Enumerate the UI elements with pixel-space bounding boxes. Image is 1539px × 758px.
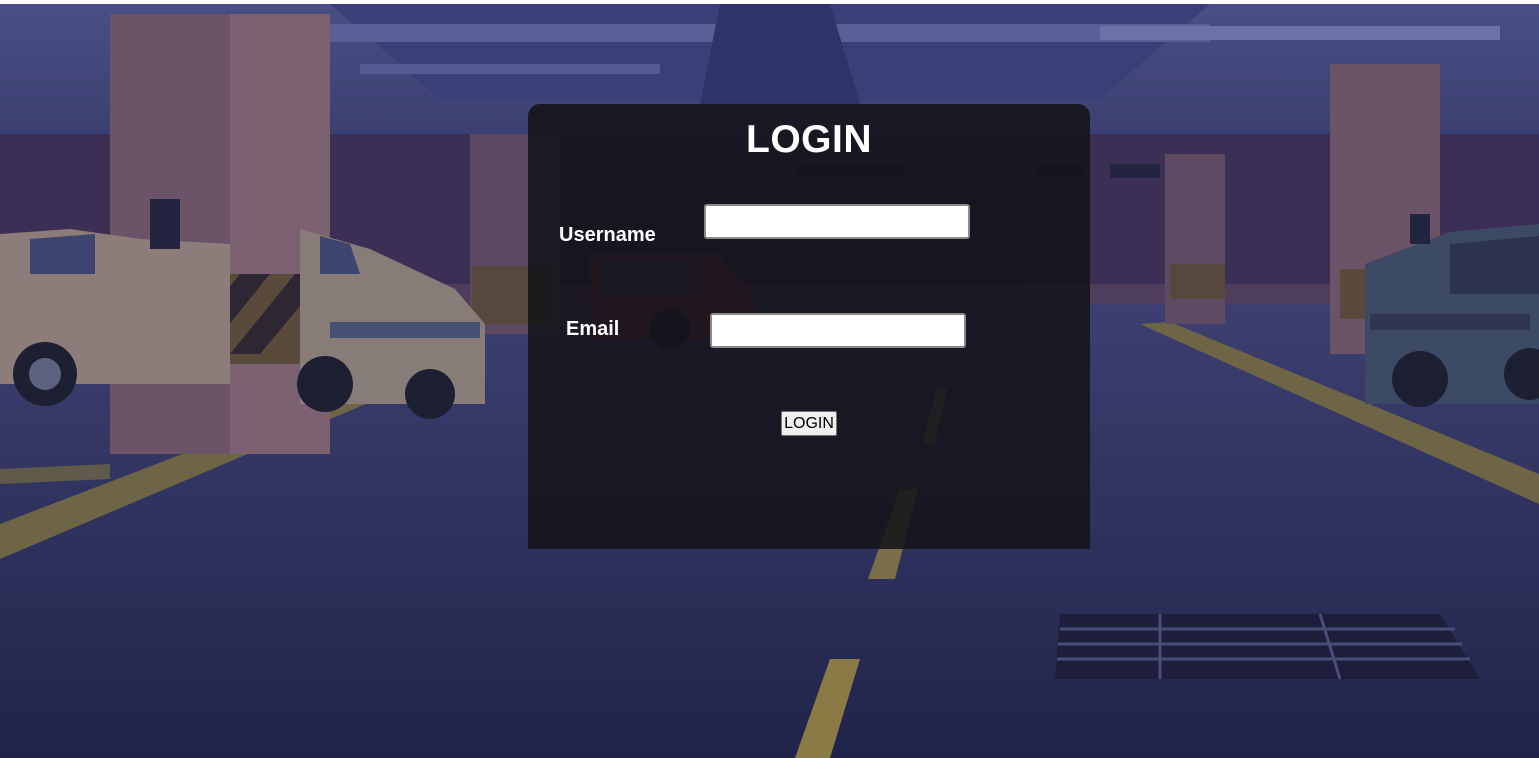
username-input[interactable] [704, 204, 970, 239]
email-input[interactable] [710, 313, 966, 348]
login-button[interactable]: LOGIN [781, 411, 837, 436]
login-panel: LOGIN Username Email LOGIN [528, 104, 1090, 549]
username-label: Username [559, 224, 656, 246]
email-label: Email [566, 318, 620, 340]
login-title: LOGIN [746, 118, 872, 161]
